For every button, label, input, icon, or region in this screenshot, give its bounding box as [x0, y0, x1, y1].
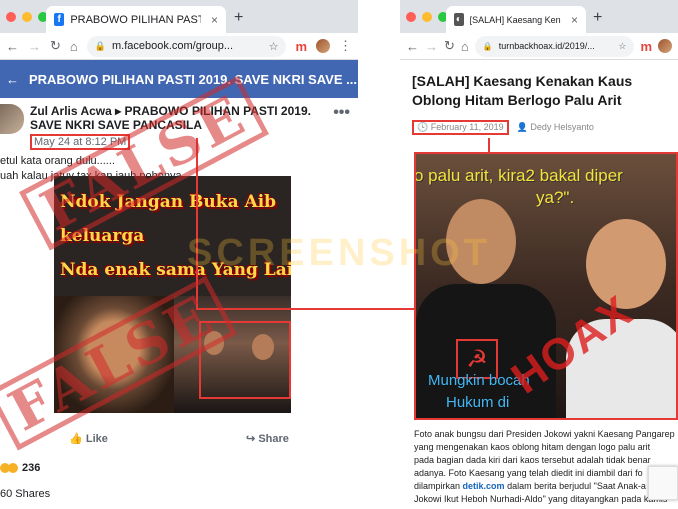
- article: [SALAH] Kaesang Kenakan Kaus Oblong Hita…: [400, 60, 678, 135]
- url-text: m.facebook.com/group...: [111, 40, 234, 52]
- article-date-text: February 11, 2019: [430, 122, 504, 132]
- reload-icon[interactable]: ↻: [444, 38, 455, 54]
- profile-avatar[interactable]: [316, 39, 330, 53]
- article-body-line: Jokowi Ikut Heboh Nurhadi-Aldo" yang dit…: [414, 494, 668, 504]
- window-controls: [406, 12, 448, 22]
- article-date[interactable]: 🕓 February 11, 2019: [412, 120, 509, 135]
- reactions-count: 236: [22, 462, 41, 474]
- image-caption: ya?".: [536, 188, 575, 207]
- browser-toolbar: ← → ↻ ⌂ 🔒 m.facebook.com/group... ☆ m ⋮: [0, 33, 358, 60]
- reactions-summary[interactable]: 236: [0, 462, 40, 474]
- wow-icon: [8, 463, 18, 473]
- image-caption: o palu arit, kira2 bakal diper: [414, 166, 623, 185]
- extension-icon[interactable]: m: [295, 39, 307, 54]
- like-button[interactable]: 👍 Like: [69, 432, 108, 445]
- address-bar[interactable]: 🔒 turnbackhoax.id/2019/... ☆: [474, 35, 635, 57]
- forward-icon[interactable]: →: [425, 39, 438, 54]
- new-tab-button[interactable]: +: [593, 9, 602, 27]
- address-bar[interactable]: 🔒 m.facebook.com/group... ☆: [86, 35, 287, 57]
- reaction-icons: [0, 463, 18, 473]
- tab-close-icon[interactable]: ×: [211, 13, 218, 27]
- article-author-text: Dedy Helsyanto: [530, 122, 594, 132]
- article-body-line: pada bagian dada kiri dari kaos tersebut…: [414, 455, 651, 465]
- recaptcha-badge[interactable]: [648, 466, 678, 500]
- article-body-text: dalam berita berjudul "Saat Anak-a: [507, 481, 646, 491]
- turnbackhoax-icon: ◐: [454, 13, 464, 26]
- group-header-bar: ← PRABOWO PILIHAN PASTI 2019. SAVE NKRI …: [0, 60, 358, 98]
- detik-link[interactable]: detik.com: [463, 481, 505, 491]
- close-window-button[interactable]: [6, 12, 16, 22]
- menu-icon[interactable]: ⋮: [339, 38, 352, 54]
- article-body-line: Foto anak bungsu dari Presiden Jokowi ya…: [414, 429, 675, 439]
- close-window-button[interactable]: [406, 12, 416, 22]
- reload-icon[interactable]: ↻: [50, 38, 61, 54]
- tab-bar: ◐ [SALAH] Kaesang Kenakan Ka × +: [400, 0, 678, 33]
- more-options-icon[interactable]: •••: [333, 104, 350, 122]
- post-actions: 👍 Like ↪ Share: [0, 432, 358, 445]
- connector-line: [196, 308, 416, 310]
- back-icon[interactable]: ←: [406, 39, 419, 54]
- tab-title: [SALAH] Kaesang Kenakan Ka: [469, 14, 561, 25]
- article-author[interactable]: 👤 Dedy Helsyanto: [517, 122, 594, 133]
- bookmark-star-icon[interactable]: ☆: [269, 40, 279, 53]
- minimize-window-button[interactable]: [422, 12, 432, 22]
- profile-avatar[interactable]: [658, 39, 672, 53]
- window-controls: [6, 12, 48, 22]
- screenshot-watermark: SCREENSHOT: [187, 232, 491, 274]
- article-body: Foto anak bungsu dari Presiden Jokowi ya…: [414, 428, 678, 506]
- article-meta: 🕓 February 11, 2019 👤 Dedy Helsyanto: [412, 120, 666, 135]
- bookmark-star-icon[interactable]: ☆: [618, 41, 626, 52]
- tab-close-icon[interactable]: ×: [571, 13, 578, 27]
- lock-icon: 🔒: [482, 41, 493, 51]
- home-icon[interactable]: ⌂: [461, 39, 469, 54]
- back-icon[interactable]: ←: [6, 39, 19, 54]
- lock-icon: 🔒: [94, 40, 106, 51]
- group-title[interactable]: PRABOWO PILIHAN PASTI 2019. SAVE NKRI SA…: [29, 72, 357, 87]
- like-label: Like: [85, 433, 108, 445]
- author-avatar[interactable]: [0, 104, 24, 134]
- share-label: Share: [258, 433, 289, 445]
- article-body-text: dilampirkan: [414, 481, 461, 491]
- facebook-icon: f: [54, 13, 65, 26]
- forward-icon[interactable]: →: [28, 39, 41, 54]
- image-caption-blue: Hukum di: [446, 394, 510, 411]
- browser-toolbar: ← → ↻ ⌂ 🔒 turnbackhoax.id/2019/... ☆ m: [400, 33, 678, 60]
- extension-icon[interactable]: m: [640, 39, 652, 54]
- new-tab-button[interactable]: +: [234, 9, 243, 27]
- back-arrow-icon[interactable]: ←: [6, 72, 19, 87]
- home-icon[interactable]: ⌂: [70, 39, 78, 54]
- tab-title: PRABOWO PILIHAN PASTI 2019: [70, 13, 201, 26]
- browser-tab[interactable]: f PRABOWO PILIHAN PASTI 2019 ×: [46, 6, 226, 33]
- article-body-line: adanya. Foto Kaesang yang telah diedit i…: [414, 468, 643, 478]
- minimize-window-button[interactable]: [22, 12, 32, 22]
- browser-tab[interactable]: ◐ [SALAH] Kaesang Kenakan Ka ×: [446, 6, 586, 33]
- article-body-line: yang mengenakan kaos oblong hitam dengan…: [414, 442, 651, 452]
- article-title: [SALAH] Kaesang Kenakan Kaus Oblong Hita…: [412, 73, 633, 108]
- tab-bar: f PRABOWO PILIHAN PASTI 2019 × +: [0, 0, 358, 33]
- article-body-line: dilampirkan detik.com dalam berita berju…: [414, 480, 678, 493]
- share-button[interactable]: ↪ Share: [246, 432, 289, 445]
- url-text: turnbackhoax.id/2019/...: [498, 41, 595, 51]
- connector-line: [488, 138, 490, 154]
- shares-count[interactable]: 60 Shares: [0, 488, 50, 500]
